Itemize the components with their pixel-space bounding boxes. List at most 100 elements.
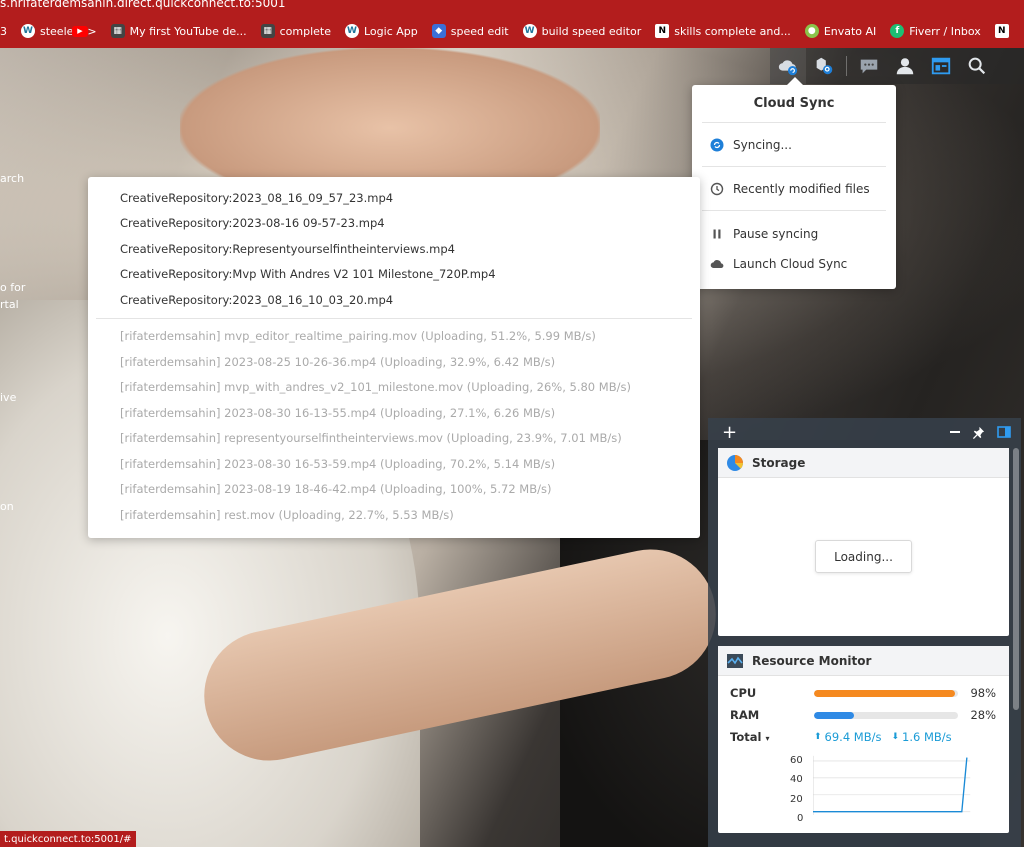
caret-down-icon: ▾ bbox=[765, 734, 770, 743]
download-rate: ⬇ 1.6 MB/s bbox=[891, 730, 952, 744]
ram-row: RAM 28% bbox=[730, 708, 996, 722]
bookmark-item[interactable]: ▶ > bbox=[72, 25, 97, 38]
search-index-icon bbox=[816, 57, 833, 75]
syncing-icon bbox=[710, 138, 724, 152]
cloud-sync-title: Cloud Sync bbox=[702, 85, 886, 123]
widgets-scrollbar[interactable] bbox=[1013, 448, 1019, 710]
notion-icon: N bbox=[655, 24, 670, 38]
clapperboard-icon: ▦ bbox=[110, 24, 125, 38]
bookmark-item[interactable]: ▦ My first YouTube de... bbox=[110, 24, 247, 38]
recently-modified-files-item[interactable]: Recently modified files bbox=[702, 167, 886, 211]
add-widget-button[interactable]: + bbox=[722, 422, 737, 443]
pause-syncing-item[interactable]: Pause syncing bbox=[702, 219, 886, 249]
widget-layout-icon[interactable] bbox=[997, 425, 1011, 439]
chart-y-tick: 0 bbox=[797, 813, 804, 824]
bookmark-item[interactable]: ● Envato AI bbox=[804, 24, 876, 38]
notion-icon: N bbox=[994, 24, 1009, 38]
network-chart bbox=[813, 755, 971, 816]
desktop-label[interactable]: rtal bbox=[0, 298, 19, 311]
cpu-bar-fill bbox=[814, 689, 956, 697]
widgets-toolbar: + bbox=[708, 418, 1021, 446]
desktop-label[interactable]: on bbox=[0, 500, 14, 513]
chart-y-tick: 20 bbox=[790, 794, 803, 805]
fiverr-icon: f bbox=[890, 24, 905, 38]
tray-separator bbox=[846, 56, 847, 76]
envato-icon: ● bbox=[804, 24, 819, 38]
bookmark-prefix[interactable]: 3 bbox=[0, 25, 7, 38]
list-item[interactable]: CreativeRepository:Representyourselfinth… bbox=[88, 236, 700, 262]
wordpress-icon: W bbox=[21, 24, 35, 38]
pause-icon bbox=[710, 227, 724, 241]
bookmark-item[interactable]: Wbuild speed editor bbox=[522, 24, 641, 38]
ram-bar-fill bbox=[814, 711, 855, 719]
pie-chart-icon bbox=[727, 454, 743, 471]
app-icon: ◆ bbox=[431, 24, 446, 38]
list-item[interactable]: CreativeRepository:2023_08_16_09_57_23.m… bbox=[88, 185, 700, 211]
cpu-row: CPU 98% bbox=[730, 686, 996, 700]
cpu-bar bbox=[814, 689, 958, 697]
storage-widget: Storage Loading... bbox=[718, 448, 1009, 636]
widget-controls bbox=[950, 425, 1011, 439]
network-row: Total ▾ ⬆ 69.4 MB/s ⬇ 1.6 MB/s bbox=[718, 726, 1009, 748]
browser-tab-strip: s.hrifaterdemsahin.direct.quickconnect.t… bbox=[0, 0, 1024, 14]
monitor-chart-icon bbox=[727, 653, 743, 668]
clapperboard-icon: ▦ bbox=[260, 24, 275, 38]
browser-status-bar: t.quickconnect.to:5001/# bbox=[0, 831, 136, 847]
list-item[interactable]: CreativeRepository:2023-08-16 09-57-23.m… bbox=[88, 211, 700, 237]
desktop-label[interactable]: arch bbox=[0, 172, 24, 185]
chart-y-tick: 60 bbox=[790, 755, 803, 766]
search-index-tray-button[interactable] bbox=[806, 48, 842, 84]
address-text[interactable]: s.hrifaterdemsahin.direct.quickconnect.t… bbox=[0, 0, 286, 10]
uploading-item[interactable]: [rifaterdemsahin] 2023-08-25 10-26-36.mp… bbox=[88, 349, 700, 375]
pin-icon[interactable] bbox=[972, 426, 985, 439]
list-item[interactable]: CreativeRepository:Mvp With Andres V2 10… bbox=[88, 262, 700, 288]
dsm-taskbar-tray bbox=[770, 48, 1024, 84]
storage-widget-header: Storage bbox=[718, 448, 1009, 478]
bookmark-item[interactable]: f Fiverr / Inbox bbox=[890, 24, 981, 38]
youtube-icon: ▶ bbox=[72, 25, 88, 37]
cloud-sync-icon bbox=[778, 60, 798, 76]
upload-rate: ⬆ 69.4 MB/s bbox=[814, 730, 882, 744]
minimize-icon[interactable] bbox=[950, 431, 960, 433]
desktop-label[interactable]: ive bbox=[0, 391, 16, 404]
recent-files-panel: CreativeRepository:2023_08_16_09_57_23.m… bbox=[88, 177, 700, 538]
uploading-item[interactable]: [rifaterdemsahin] 2023-08-30 16-53-59.mp… bbox=[88, 451, 700, 477]
bookmark-item[interactable]: Nskills complete and... bbox=[655, 24, 791, 38]
uploading-item[interactable]: [rifaterdemsahin] mvp_with_andres_v2_101… bbox=[88, 375, 700, 401]
bookmark-item[interactable]: W Logic App bbox=[344, 24, 418, 38]
user-icon bbox=[896, 58, 914, 75]
syncing-status-item[interactable]: Syncing... bbox=[702, 123, 886, 167]
ram-bar bbox=[814, 711, 958, 719]
uploading-item[interactable]: [rifaterdemsahin] 2023-08-19 18-46-42.mp… bbox=[88, 477, 700, 503]
chart-y-tick: 40 bbox=[790, 774, 803, 785]
search-tray-button[interactable] bbox=[959, 48, 995, 84]
uploading-item[interactable]: [rifaterdemsahin] mvp_editor_realtime_pa… bbox=[88, 324, 700, 350]
wordpress-icon: W bbox=[522, 24, 537, 38]
chat-tray-button[interactable] bbox=[851, 48, 887, 84]
uploading-item[interactable]: [rifaterdemsahin] rest.mov (Uploading, 2… bbox=[88, 502, 700, 528]
uploading-item[interactable]: [rifaterdemsahin] 2023-08-30 16-13-55.mp… bbox=[88, 400, 700, 426]
clock-icon bbox=[710, 182, 724, 196]
bookmark-item[interactable]: ▦ complete bbox=[260, 24, 331, 38]
launch-cloud-sync-item[interactable]: Launch Cloud Sync bbox=[702, 249, 886, 279]
bookmark-item[interactable]: N bbox=[994, 24, 1014, 38]
uploading-item[interactable]: [rifaterdemsahin] representyourselfinthe… bbox=[88, 426, 700, 452]
resource-monitor-header: Resource Monitor bbox=[718, 646, 1009, 676]
search-icon bbox=[968, 57, 986, 75]
list-divider bbox=[96, 317, 692, 319]
loading-indicator: Loading... bbox=[815, 540, 912, 573]
user-tray-button[interactable] bbox=[887, 48, 923, 84]
upload-arrow-icon: ⬆ bbox=[814, 732, 822, 742]
widgets-tray-button[interactable] bbox=[923, 48, 959, 84]
resource-monitor-widget: Resource Monitor CPU 98% RAM 28% Total ▾… bbox=[718, 646, 1009, 833]
desktop-label[interactable]: o for bbox=[0, 281, 25, 294]
bookmarks-bar: 3 Wsteele ▶ > ▦ My first YouTube de... ▦ co… bbox=[0, 14, 1024, 48]
bookmark-item[interactable]: Wsteele bbox=[21, 24, 73, 38]
list-item[interactable]: CreativeRepository:2023_08_16_10_03_20.m… bbox=[88, 287, 700, 313]
total-dropdown[interactable]: Total ▾ bbox=[730, 730, 814, 744]
widgets-icon bbox=[931, 57, 951, 75]
wordpress-icon: W bbox=[344, 24, 359, 38]
download-arrow-icon: ⬇ bbox=[891, 732, 900, 742]
popup-arrow bbox=[787, 77, 803, 85]
bookmark-item[interactable]: ◆ speed edit bbox=[431, 24, 509, 38]
